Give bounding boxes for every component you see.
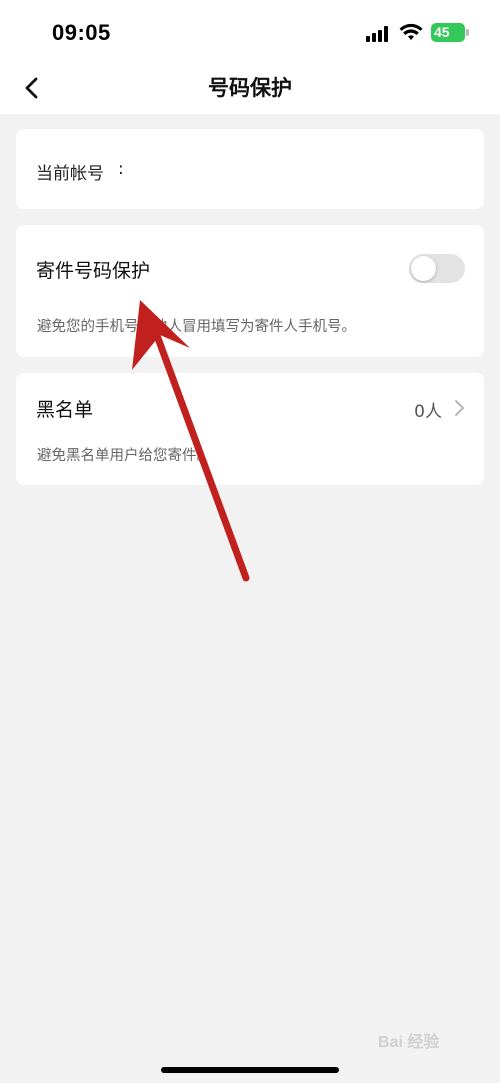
signal-icon <box>366 26 390 42</box>
toggle-knob <box>411 256 436 281</box>
account-colon: : <box>118 159 124 179</box>
wifi-icon <box>399 23 423 40</box>
account-label: 当前帐号 <box>36 164 104 184</box>
battery-tip <box>466 29 469 36</box>
status-bar: 09:05 45 <box>0 0 500 64</box>
protection-title: 寄件号码保护 <box>36 260 151 282</box>
battery-icon: 45 <box>431 23 465 42</box>
protection-description: 避免您的手机号被他人冒用填写为寄件人手机号。 <box>37 319 356 335</box>
protection-toggle[interactable] <box>409 254 465 283</box>
page-title: 号码保护 <box>208 76 292 100</box>
number-protection-card: 寄件号码保护 避免您的手机号被他人冒用填写为寄件人手机号。 <box>16 225 484 357</box>
header-area: 09:05 45 号码保护 <box>0 0 500 114</box>
blacklist-row[interactable]: 黑名单 0人 避免黑名单用户给您寄件。 <box>16 373 484 485</box>
home-indicator[interactable] <box>161 1067 339 1073</box>
chevron-right-icon <box>455 400 464 416</box>
battery-level: 45 <box>434 24 450 40</box>
watermark: Bai 经验 <box>378 1034 440 1051</box>
account-card: 当前帐号: <box>16 129 484 209</box>
blacklist-description: 避免黑名单用户给您寄件。 <box>37 448 211 464</box>
nav-bar: 号码保护 <box>0 64 500 114</box>
blacklist-title: 黑名单 <box>36 399 94 421</box>
blacklist-count: 0人 <box>414 402 442 422</box>
status-time: 09:05 <box>52 20 111 45</box>
